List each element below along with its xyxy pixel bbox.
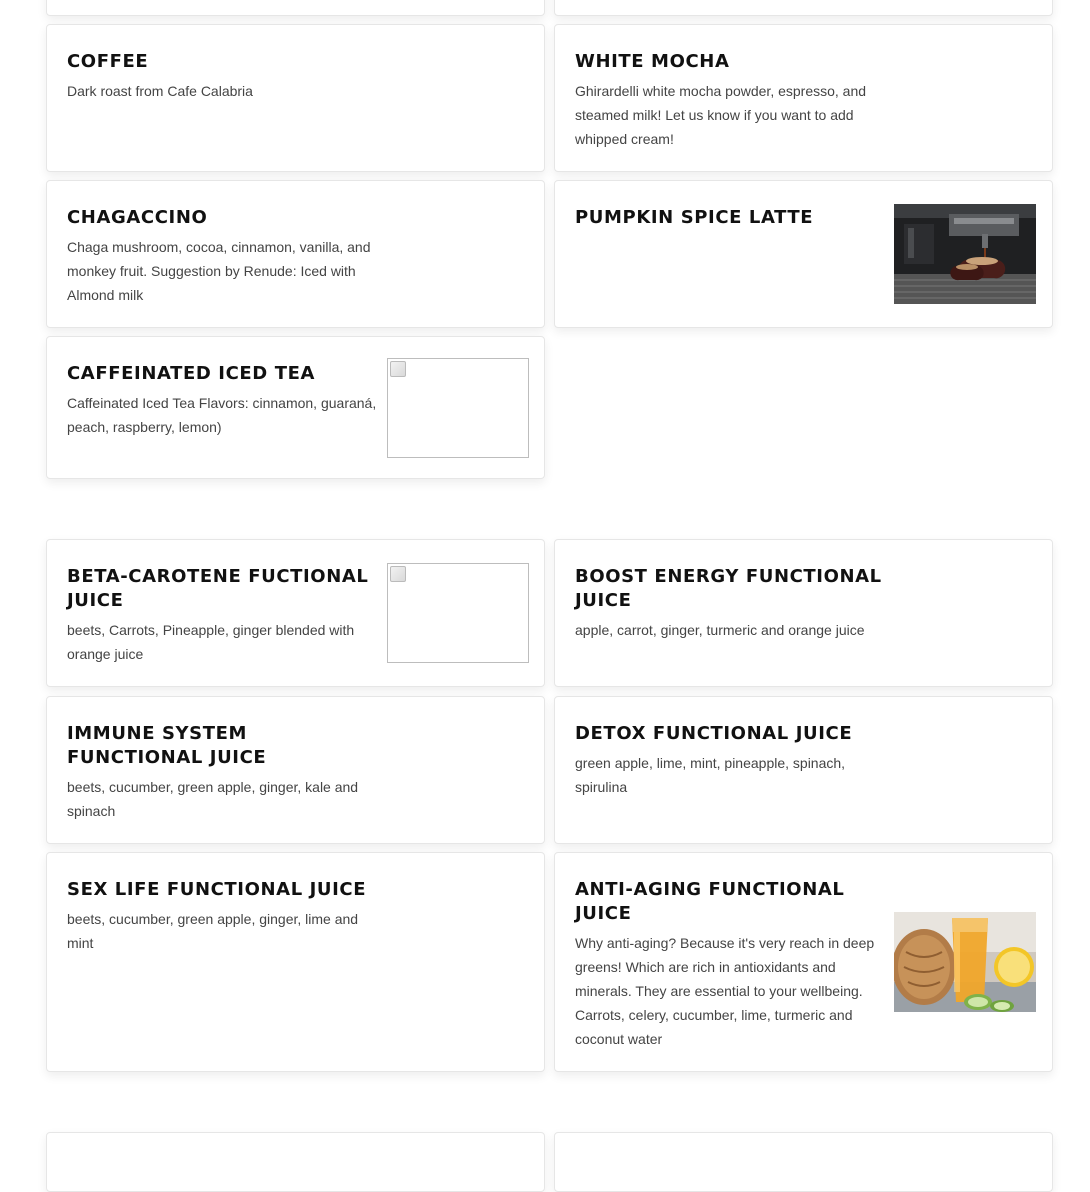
menu-item-title: CHAGACCINO (67, 207, 208, 228)
menu-item-card-partial-top-right[interactable] (554, 0, 1053, 16)
menu-item-title: SEX LIFE FUNCTIONAL JUICE (67, 879, 367, 900)
menu-item-description: beets, Carrots, Pineapple, ginger blende… (67, 622, 355, 662)
menu-item-description: beets, cucumber, green apple, ginger, ka… (67, 779, 359, 819)
menu-item-description: Ghirardelli white mocha powder, espresso… (575, 83, 867, 147)
menu-item-card[interactable]: BETA-CAROTENE FUCTIONAL JUICE beets, Car… (46, 539, 545, 687)
menu-item-card[interactable]: CAFFEINATED ICED TEA Caffeinated Iced Te… (46, 336, 545, 479)
menu-item-title: WHITE MOCHA (575, 51, 730, 72)
broken-image-icon (390, 566, 406, 582)
menu-item-description: apple, carrot, ginger, turmeric and oran… (575, 622, 865, 638)
menu-item-card[interactable]: SEX LIFE FUNCTIONAL JUICE beets, cucumbe… (46, 852, 545, 1072)
menu-item-card-partial-top-left[interactable] (46, 0, 545, 16)
menu-item-title: BETA-CAROTENE FUCTIONAL JUICE (67, 566, 369, 611)
menu-item-description: green apple, lime, mint, pineapple, spin… (575, 755, 846, 795)
espresso-machine-photo (894, 204, 1036, 304)
menu-item-card[interactable]: WHITE MOCHA Ghirardelli white mocha powd… (554, 24, 1053, 172)
menu-item-title: ANTI-AGING FUNCTIONAL JUICE (575, 879, 845, 924)
menu-item-description: beets, cucumber, green apple, ginger, li… (67, 911, 359, 951)
menu-item-title: DETOX FUNCTIONAL JUICE (575, 723, 853, 744)
menu-item-title: CAFFEINATED ICED TEA (67, 363, 316, 384)
menu-item-description: Chaga mushroom, cocoa, cinnamon, vanilla… (67, 239, 371, 303)
menu-item-description: Dark roast from Cafe Calabria (67, 83, 253, 99)
menu-item-card-partial-bottom-right[interactable] (554, 1132, 1053, 1192)
menu-item-card[interactable]: BOOST ENERGY FUNCTIONAL JUICE apple, car… (554, 539, 1053, 687)
menu-item-card[interactable]: ANTI-AGING FUNCTIONAL JUICE Why anti-agi… (554, 852, 1053, 1072)
menu-item-image[interactable] (894, 912, 1036, 1012)
menu-item-card[interactable]: IMMUNE SYSTEM FUNCTIONAL JUICE beets, cu… (46, 696, 545, 844)
menu-item-title: BOOST ENERGY FUNCTIONAL JUICE (575, 566, 882, 611)
menu-item-title: IMMUNE SYSTEM FUNCTIONAL JUICE (67, 723, 267, 768)
menu-item-image[interactable] (894, 204, 1036, 304)
menu-item-image-broken[interactable] (387, 563, 529, 663)
menu-item-description: Caffeinated Iced Tea Flavors: cinnamon, … (67, 395, 377, 435)
menu-item-card[interactable]: COFFEE Dark roast from Cafe Calabria (46, 24, 545, 172)
menu-item-card[interactable]: CHAGACCINO Chaga mushroom, cocoa, cinnam… (46, 180, 545, 328)
juice-glass-photo (894, 912, 1036, 1012)
menu-item-image-broken[interactable] (387, 358, 529, 458)
menu-item-card-partial-bottom-left[interactable] (46, 1132, 545, 1192)
menu-item-card[interactable]: DETOX FUNCTIONAL JUICE green apple, lime… (554, 696, 1053, 844)
menu-item-card[interactable]: PUMPKIN SPICE LATTE (554, 180, 1053, 328)
menu-item-title: PUMPKIN SPICE LATTE (575, 207, 814, 228)
broken-image-icon (390, 361, 406, 377)
menu-item-title: COFFEE (67, 51, 149, 72)
menu-item-description: Why anti-aging? Because it's very reach … (575, 935, 875, 1047)
